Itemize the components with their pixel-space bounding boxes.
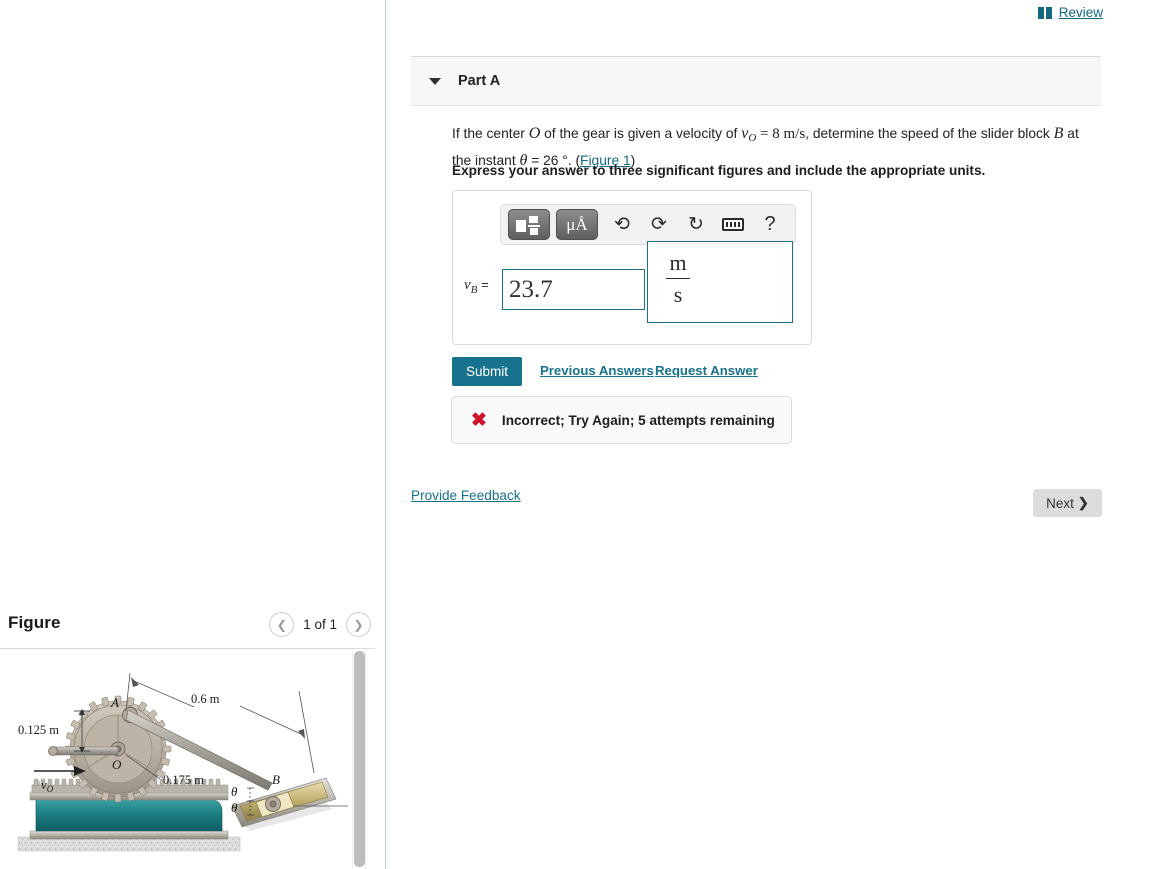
- unit-fraction: m s: [662, 249, 694, 308]
- question-unit-ms: m/s: [783, 126, 806, 142]
- reset-icon[interactable]: ↻: [683, 212, 709, 238]
- caret-down-icon[interactable]: [429, 77, 441, 85]
- provide-feedback-link[interactable]: Provide Feedback: [411, 488, 521, 503]
- book-icon: [1037, 6, 1053, 19]
- previous-answers-link[interactable]: Previous Answers: [540, 363, 654, 378]
- review-label: Review: [1058, 5, 1103, 20]
- label-theta-1: θ: [231, 784, 238, 799]
- label-A: A: [110, 695, 119, 710]
- slider-assembly: [231, 777, 348, 831]
- feedback-message: Incorrect; Try Again; 5 attempts remaini…: [501, 412, 775, 428]
- question-var-o: O: [528, 125, 541, 142]
- figure-counter: 1 of 1: [303, 617, 337, 632]
- request-answer-link[interactable]: Request Answer: [655, 363, 758, 378]
- answer-instruction: Express your answer to three significant…: [452, 163, 986, 178]
- figure-pane: Figure ❮ 1 of 1 ❯ A B O vO 0.125 m 0.175…: [0, 0, 385, 869]
- fraction-template-button[interactable]: [508, 209, 550, 240]
- next-button-label: Next: [1046, 495, 1074, 511]
- question-var-b: B: [1053, 125, 1064, 142]
- label-O: O: [112, 757, 122, 772]
- question-seg-2: of the gear is given a velocity of: [540, 126, 742, 141]
- label-theta-2: θ: [231, 800, 238, 815]
- figure-next-button[interactable]: ❯: [346, 612, 371, 637]
- question-eq-1: = 8: [756, 126, 784, 142]
- fraction-icon: [516, 215, 542, 235]
- answer-row: vB = 23.7 m s: [453, 241, 813, 337]
- question-seg-3: , determine the speed of the slider bloc…: [805, 126, 1054, 141]
- answer-entry-box: μÅ ⟲ ⟳ ↻ ? vB = 23.7 m s: [452, 190, 812, 345]
- part-a-header[interactable]: Part A: [411, 56, 1101, 106]
- keyboard-icon[interactable]: [720, 212, 746, 238]
- figure-scrollbar-thumb[interactable]: [354, 651, 365, 867]
- figure-navigation: ❮ 1 of 1 ❯: [269, 612, 371, 637]
- problem-pane: Review Part A If the center O of the gea…: [386, 0, 1172, 869]
- page-root: Review Part A If the center O of the gea…: [0, 0, 1172, 869]
- x-mark-icon: ✖: [471, 409, 487, 431]
- answer-variable-label: vB =: [464, 277, 489, 296]
- mechanism-diagram: A B O vO 0.125 m 0.175 m 0.6 m θ θ: [17, 672, 348, 852]
- label-dim-06: 0.6 m: [191, 692, 220, 706]
- figure-panel-title: Figure: [8, 613, 61, 632]
- undo-icon[interactable]: ⟲: [609, 212, 635, 238]
- figure-body: A B O vO 0.125 m 0.175 m 0.6 m θ θ: [0, 649, 375, 869]
- feedback-banner: ✖ Incorrect; Try Again; 5 attempts remai…: [451, 396, 792, 444]
- math-toolbar: μÅ ⟲ ⟳ ↻ ?: [500, 204, 796, 245]
- label-dim-0175: 0.175 m: [163, 773, 204, 787]
- chevron-right-icon: ❯: [1077, 495, 1089, 510]
- review-link[interactable]: Review: [1037, 5, 1103, 20]
- figure-header: Figure ❮ 1 of 1 ❯: [0, 604, 375, 648]
- help-icon[interactable]: ?: [757, 212, 783, 238]
- unit-numerator: m: [669, 250, 687, 275]
- unit-fraction-bar: [666, 278, 690, 279]
- unit-denominator: s: [673, 282, 683, 307]
- next-button[interactable]: Next ❯: [1033, 489, 1102, 517]
- part-a-title: Part A: [458, 73, 501, 89]
- label-B: B: [272, 772, 280, 787]
- answer-unit-input[interactable]: m s: [647, 241, 793, 323]
- question-seg-1: If the center: [452, 126, 529, 141]
- units-button[interactable]: μÅ: [556, 209, 598, 240]
- figure-prev-button[interactable]: ❮: [269, 612, 295, 637]
- label-dim-0125: 0.125 m: [18, 723, 59, 737]
- redo-icon[interactable]: ⟳: [646, 212, 672, 238]
- part-a-panel: Part A If the center O of the gear is gi…: [411, 56, 1101, 444]
- answer-value-input[interactable]: 23.7: [502, 269, 645, 310]
- submit-button[interactable]: Submit: [452, 357, 522, 386]
